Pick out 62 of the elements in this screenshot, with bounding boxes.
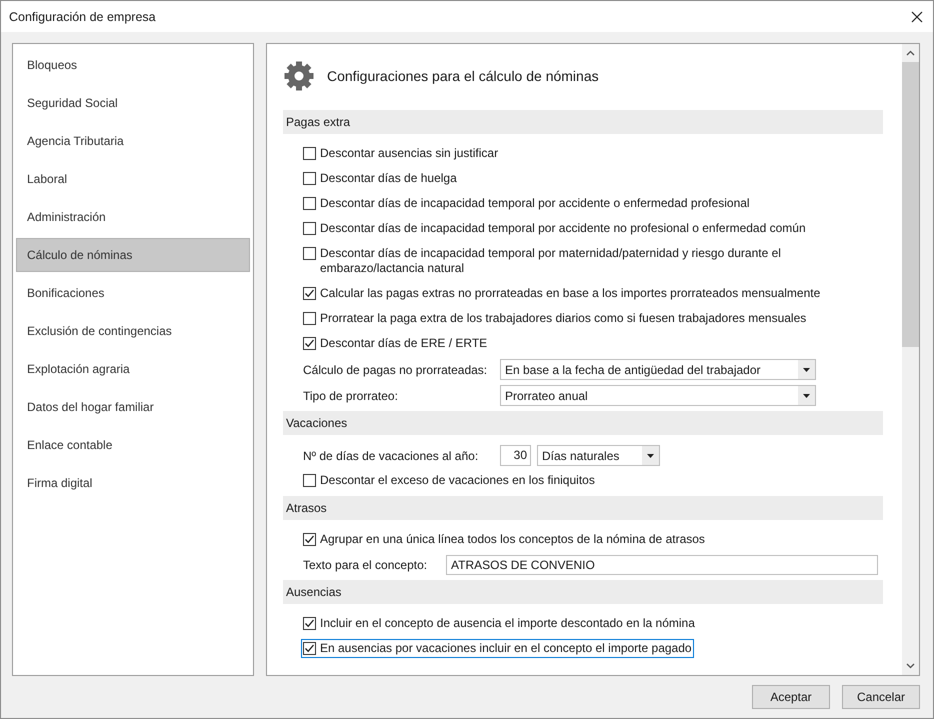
sidebar-item[interactable]: Bloqueos	[16, 48, 250, 82]
scroll-down-icon[interactable]	[906, 663, 915, 669]
field-label: Tipo de prorrateo:	[303, 388, 399, 402]
scroll-up-icon[interactable]	[906, 50, 915, 56]
sidebar-item[interactable]: Datos del hogar familiar	[16, 390, 250, 424]
close-icon[interactable]	[911, 10, 923, 22]
checkbox[interactable]	[303, 147, 316, 160]
checkbox[interactable]	[303, 222, 316, 235]
sidebar-item[interactable]: Firma digital	[16, 466, 250, 500]
dropdown[interactable]: Prorrateo anual	[500, 385, 816, 406]
sidebar-item[interactable]: Seguridad Social	[16, 86, 250, 120]
checkbox[interactable]	[303, 287, 316, 300]
sidebar-item[interactable]: Cálculo de nóminas	[16, 238, 250, 272]
sidebar-item[interactable]: Explotación agraria	[16, 352, 250, 386]
dropdown[interactable]: En base a la fecha de antigüedad del trabajador	[500, 359, 816, 380]
section-header: Ausencias	[283, 580, 883, 604]
panel-heading: Configuraciones para el cálculo de nóminas	[327, 68, 599, 84]
checkbox[interactable]	[303, 474, 316, 487]
field-label: Nº de días de vacaciones al año:	[303, 448, 480, 462]
text-field[interactable]: ATRASOS DE CONVENIO	[446, 555, 878, 575]
checkbox-option[interactable]: En ausencias por vacaciones incluir en el concepto el importe pagado	[301, 639, 694, 658]
checkbox[interactable]	[303, 312, 316, 325]
caret-icon	[647, 454, 654, 458]
window-title: Configuración de empresa	[9, 10, 156, 24]
section-header: Vacaciones	[283, 411, 883, 435]
dialog-button[interactable]: Aceptar	[752, 685, 830, 709]
sidebar-item[interactable]: Administración	[16, 200, 250, 234]
number-field[interactable]: 30	[500, 445, 531, 466]
checkbox-option[interactable]: Descontar ausencias sin justificar	[301, 144, 500, 163]
dialog-button[interactable]: Cancelar	[842, 685, 920, 709]
sidebar-item[interactable]: Bonificaciones	[16, 276, 250, 310]
checkbox-option[interactable]: Descontar el exceso de vacaciones en los finiquitos	[301, 471, 597, 490]
checkbox-option[interactable]: Descontar días de incapacidad temporal por maternidad/paternidad y riesgo durante el embarazo/lactancia natural	[301, 244, 877, 278]
sidebar-item[interactable]: Enlace contable	[16, 428, 250, 462]
checkbox-option[interactable]: Descontar días de incapacidad temporal por accidente o enfermedad profesional	[301, 194, 752, 213]
checkbox[interactable]	[303, 617, 316, 630]
scrollbar-thumb[interactable]	[902, 62, 919, 347]
checkbox-option[interactable]: Descontar días de ERE / ERTE	[301, 334, 490, 353]
checkbox[interactable]	[303, 337, 316, 350]
checkbox-option[interactable]: Descontar días de incapacidad temporal por accidente no profesional o enfermedad común	[301, 219, 808, 238]
checkbox-option[interactable]: Descontar días de huelga	[301, 169, 459, 188]
sidebar-item[interactable]: Agencia Tributaria	[16, 124, 250, 158]
gear-icon	[283, 60, 315, 92]
checkbox-option[interactable]: Incluir en el concepto de ausencia el importe descontado en la nómina	[301, 614, 697, 633]
section-header: Atrasos	[283, 496, 883, 520]
checkbox-option[interactable]: Calcular las pagas extras no prorrateadas en base a los importes prorrateados mensualmente	[301, 284, 822, 303]
checkbox[interactable]	[303, 247, 316, 260]
scrollbar[interactable]	[902, 44, 919, 675]
section-header: Pagas extra	[283, 110, 883, 134]
checkbox-option[interactable]: Agrupar en una única línea todos los conceptos de la nómina de atrasos	[301, 530, 707, 549]
checkbox[interactable]	[303, 197, 316, 210]
dropdown[interactable]: Días naturales	[537, 445, 660, 466]
sidebar-item[interactable]: Exclusión de contingencias	[16, 314, 250, 348]
checkbox[interactable]	[303, 642, 316, 655]
field-label: Texto para el concepto:	[303, 558, 428, 572]
checkbox-option[interactable]: Prorratear la paga extra de los trabajadores diarios como si fuesen trabajadores mensuales	[301, 309, 808, 328]
checkbox[interactable]	[303, 172, 316, 185]
sidebar-item[interactable]: Laboral	[16, 162, 250, 196]
caret-icon	[803, 394, 810, 398]
field-label: Cálculo de pagas no prorrateadas:	[303, 362, 488, 376]
caret-icon	[803, 368, 810, 372]
checkbox[interactable]	[303, 533, 316, 546]
